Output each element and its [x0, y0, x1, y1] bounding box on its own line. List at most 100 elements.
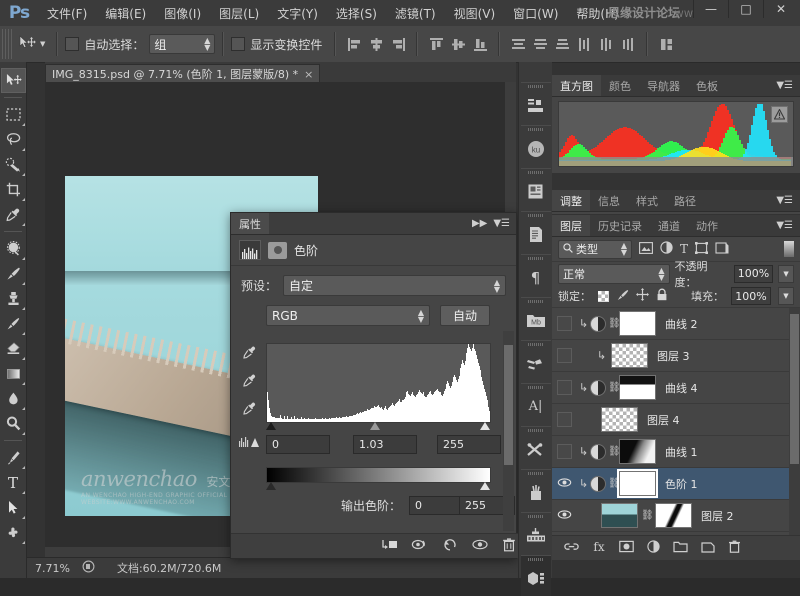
menu-type[interactable]: 文字(Y): [268, 2, 327, 25]
dock-brush-presets-panel[interactable]: [521, 340, 551, 381]
layer-name[interactable]: 图层 4: [647, 412, 680, 428]
lock-all-icon[interactable]: [656, 288, 668, 304]
dock-character-panel[interactable]: A|: [521, 383, 551, 424]
status-preview-icon[interactable]: [82, 560, 95, 576]
set-black-point-eyedropper-icon[interactable]: [239, 345, 258, 364]
set-gray-point-eyedropper-icon[interactable]: [239, 373, 258, 392]
lock-position-icon[interactable]: [636, 288, 649, 304]
opacity-chevron-down-icon[interactable]: ▼: [778, 265, 794, 283]
align-left-edges-icon[interactable]: [343, 33, 365, 55]
rectangular-marquee-tool[interactable]: [1, 102, 26, 127]
output-black-field[interactable]: 0: [409, 496, 465, 515]
new-adjustment-layer-icon[interactable]: [647, 540, 660, 556]
tool-preset-chevron-down-icon[interactable]: ▼: [40, 40, 45, 48]
layer-mask-thumbnail-selected[interactable]: [619, 471, 656, 496]
rgb-histogram-graph[interactable]: [558, 101, 794, 167]
dock-brushes-panel[interactable]: [521, 469, 551, 510]
opacity-value[interactable]: 100%: [734, 265, 773, 283]
auto-align-layers-icon[interactable]: [655, 33, 677, 55]
align-bottom-edges-icon[interactable]: [469, 33, 491, 55]
fill-chevron-down-icon[interactable]: ▼: [778, 287, 794, 305]
lock-image-pixels-icon[interactable]: [616, 289, 629, 304]
layer-name[interactable]: 曲线 1: [665, 444, 698, 460]
current-tool-preset[interactable]: ▼: [18, 35, 49, 54]
table-row[interactable]: ↳ ⛓ 曲线 4: [552, 372, 800, 404]
layer-list[interactable]: ↳ ⛓ 曲线 2 ↳ 图层 3 ↳ ⛓ 曲线 4: [552, 308, 800, 536]
layer-name[interactable]: 曲线 2: [665, 316, 698, 332]
dock-ku-panel[interactable]: ku: [521, 125, 551, 166]
type-tool[interactable]: T: [1, 470, 26, 495]
table-row[interactable]: ↳ ⛓ 色阶 1: [552, 468, 800, 500]
input-white-field[interactable]: 255: [437, 435, 501, 454]
adjustment-layer-thumbnail[interactable]: [590, 444, 606, 460]
table-row[interactable]: 图层 4: [552, 404, 800, 436]
table-row[interactable]: ↳ 图层 3: [552, 340, 800, 372]
new-group-icon[interactable]: [673, 540, 688, 556]
layers-scrollbar[interactable]: [789, 308, 800, 536]
tab-channels[interactable]: 通道: [650, 215, 688, 236]
eyedropper-tool[interactable]: [1, 202, 26, 227]
properties-scrollbar-thumb[interactable]: [504, 345, 513, 465]
menu-select[interactable]: 选择(S): [327, 2, 386, 25]
distribute-top-icon[interactable]: [507, 33, 529, 55]
spot-healing-brush-tool[interactable]: [1, 236, 26, 261]
link-layers-icon[interactable]: [564, 540, 579, 556]
close-icon[interactable]: ×: [304, 68, 313, 81]
input-gamma-field[interactable]: 1.03: [353, 435, 417, 454]
document-tab[interactable]: IMG_8315.psd @ 7.71% (色阶 1, 图层蒙版/8) * ×: [45, 64, 320, 83]
options-bar-grip[interactable]: [2, 29, 12, 59]
distribute-horizontal-center-icon[interactable]: [595, 33, 617, 55]
input-levels-sliders[interactable]: [266, 421, 491, 432]
layer-name[interactable]: 色阶 1: [665, 476, 698, 492]
filter-smart-object-icon[interactable]: [715, 242, 729, 257]
tab-paths[interactable]: 路径: [666, 190, 704, 211]
menu-window[interactable]: 窗口(W): [504, 2, 567, 25]
view-previous-state-icon[interactable]: [411, 538, 429, 554]
dock-timeline-panel[interactable]: [521, 512, 551, 553]
quick-selection-tool[interactable]: [1, 152, 26, 177]
collapse-panel-icon[interactable]: ▶▶: [472, 218, 487, 229]
path-selection-tool[interactable]: [1, 495, 26, 520]
filter-shape-icon[interactable]: [695, 242, 708, 257]
layer-name[interactable]: 图层 3: [657, 348, 690, 364]
panel-menu-icon[interactable]: ▼☰: [493, 218, 510, 229]
panel-menu-icon[interactable]: ▼☰: [776, 195, 800, 206]
link-mask-icon[interactable]: ⛓: [608, 382, 619, 393]
filter-pixel-icon[interactable]: [639, 242, 653, 257]
lasso-tool[interactable]: [1, 127, 26, 152]
link-mask-icon[interactable]: ⛓: [608, 478, 619, 489]
pen-tool[interactable]: [1, 445, 26, 470]
tab-actions[interactable]: 动作: [688, 215, 726, 236]
layer-visibility-toggle[interactable]: [552, 412, 577, 427]
blend-mode-dropdown[interactable]: 正常 ▲▼: [558, 264, 670, 284]
menu-edit[interactable]: 编辑(E): [96, 2, 155, 25]
delete-icon[interactable]: [502, 538, 516, 555]
layer-name[interactable]: 图层 2: [701, 508, 734, 524]
tab-info[interactable]: 信息: [590, 190, 628, 211]
move-tool[interactable]: [1, 68, 26, 93]
layer-thumbnail[interactable]: [611, 343, 648, 368]
dock-stamp-panel[interactable]: [521, 82, 551, 123]
adjustment-layer-thumbnail[interactable]: [590, 316, 606, 332]
input-black-field[interactable]: 0: [266, 435, 330, 454]
clip-to-layer-icon[interactable]: [380, 538, 398, 554]
layer-visibility-toggle[interactable]: [552, 509, 577, 523]
clone-stamp-tool[interactable]: [1, 286, 26, 311]
photoshop-logo-icon[interactable]: Ps: [0, 0, 38, 26]
link-mask-icon[interactable]: ⛓: [641, 510, 652, 521]
menu-image[interactable]: 图像(I): [155, 2, 210, 25]
dock-tool-presets-panel[interactable]: [521, 426, 551, 467]
layer-style-icon[interactable]: fx: [592, 540, 606, 556]
fill-value[interactable]: 100%: [731, 287, 771, 305]
distribute-vertical-center-icon[interactable]: [529, 33, 551, 55]
filter-adjustment-icon[interactable]: [660, 241, 673, 257]
auto-select-checkbox[interactable]: [65, 37, 79, 51]
link-mask-icon[interactable]: ⛓: [608, 446, 619, 457]
layer-mask-thumbnail-icon[interactable]: [268, 242, 287, 259]
align-horizontal-centers-icon[interactable]: [365, 33, 387, 55]
tab-styles[interactable]: 样式: [628, 190, 666, 211]
table-row[interactable]: ⛓ 图层 2: [552, 500, 800, 532]
adjustment-layer-thumbnail[interactable]: [590, 476, 606, 492]
distribute-right-icon[interactable]: [617, 33, 639, 55]
layer-visibility-toggle[interactable]: [552, 380, 577, 395]
